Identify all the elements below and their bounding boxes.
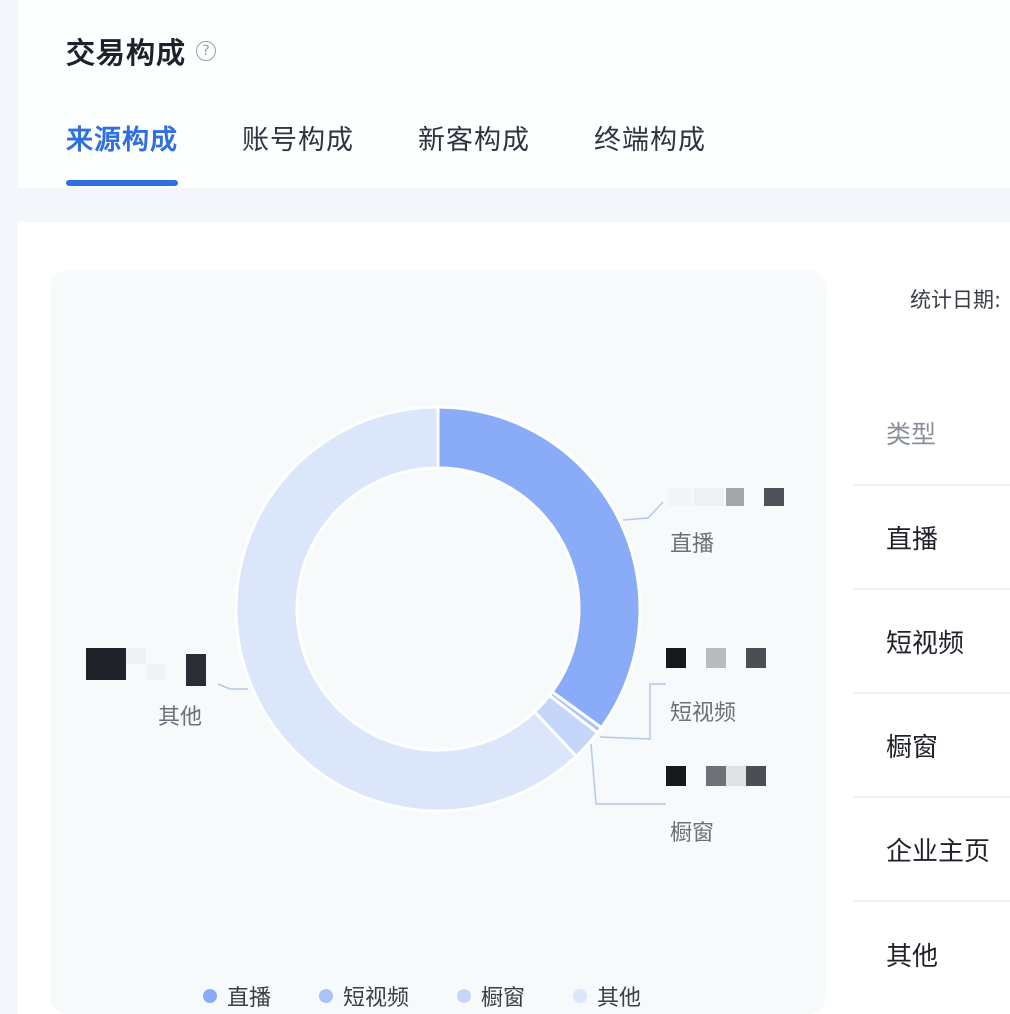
showcase-value-obscured xyxy=(666,766,766,786)
legend-dot xyxy=(573,989,588,1003)
legend-label: 短视频 xyxy=(342,986,409,1011)
stat-date-label: 统计日期: xyxy=(910,288,1002,312)
chart-label-short-video: 短视频 xyxy=(670,701,736,726)
table-row: 直播 xyxy=(854,486,1010,590)
tab-account-composition[interactable]: 账号构成 xyxy=(242,118,354,157)
legend-item-short-video[interactable]: 短视频 xyxy=(318,980,409,1012)
legend-label: 橱窗 xyxy=(481,986,526,1011)
chart-label-live: 直播 xyxy=(670,532,714,557)
legend-item-live[interactable]: 直播 xyxy=(202,980,271,1012)
leader-line-other xyxy=(217,683,248,690)
legend-dot xyxy=(318,989,333,1003)
table-row: 短视频 xyxy=(854,590,1010,694)
page-title: 交易构成 xyxy=(66,36,187,70)
tab-bar: 来源构成 账号构成 新客构成 终端构成 xyxy=(66,118,770,186)
tab-terminal-composition[interactable]: 终端构成 xyxy=(594,118,706,157)
other-value-obscured xyxy=(86,648,206,686)
leader-line-live xyxy=(622,501,664,521)
tab-new-customer-composition[interactable]: 新客构成 xyxy=(418,118,530,157)
content-panel: 直播 短视频 橱窗 其他 直播 短视频 橱窗 其他 统计日期: 类型 直播 短视… xyxy=(18,222,1010,1014)
table-row: 其他 xyxy=(886,941,939,972)
chart-label-showcase: 橱窗 xyxy=(670,821,714,846)
legend-item-other[interactable]: 其他 xyxy=(573,980,641,1012)
table-row: 企业主页 xyxy=(854,798,1010,902)
legend-item-showcase[interactable]: 橱窗 xyxy=(457,980,525,1012)
chart-legend: 直播 短视频 橱窗 其他 xyxy=(18,980,874,1012)
table-header: 类型 xyxy=(854,382,1010,486)
question-circle-icon[interactable]: ? xyxy=(196,41,217,61)
table-row: 橱窗 xyxy=(854,694,1010,798)
source-table: 类型 直播 短视频 橱窗 企业主页 其他 xyxy=(854,382,1010,1006)
legend-label: 直播 xyxy=(226,986,271,1011)
live-value-obscured xyxy=(668,488,784,506)
legend-label: 其他 xyxy=(597,986,642,1011)
slice-live[interactable] xyxy=(436,405,642,730)
tab-source-composition[interactable]: 来源构成 xyxy=(66,118,178,186)
header: 交易构成 ? 来源构成 账号构成 新客构成 终端构成 xyxy=(18,0,1010,188)
legend-dot xyxy=(202,989,217,1003)
leader-line-showcase xyxy=(590,743,666,805)
donut-chart: 直播 短视频 橱窗 其他 xyxy=(86,405,784,846)
legend-dot xyxy=(457,989,471,1003)
title-row: 交易构成 ? xyxy=(66,30,217,72)
chart-label-other: 其他 xyxy=(158,705,202,730)
short-video-value-obscured xyxy=(666,648,766,668)
